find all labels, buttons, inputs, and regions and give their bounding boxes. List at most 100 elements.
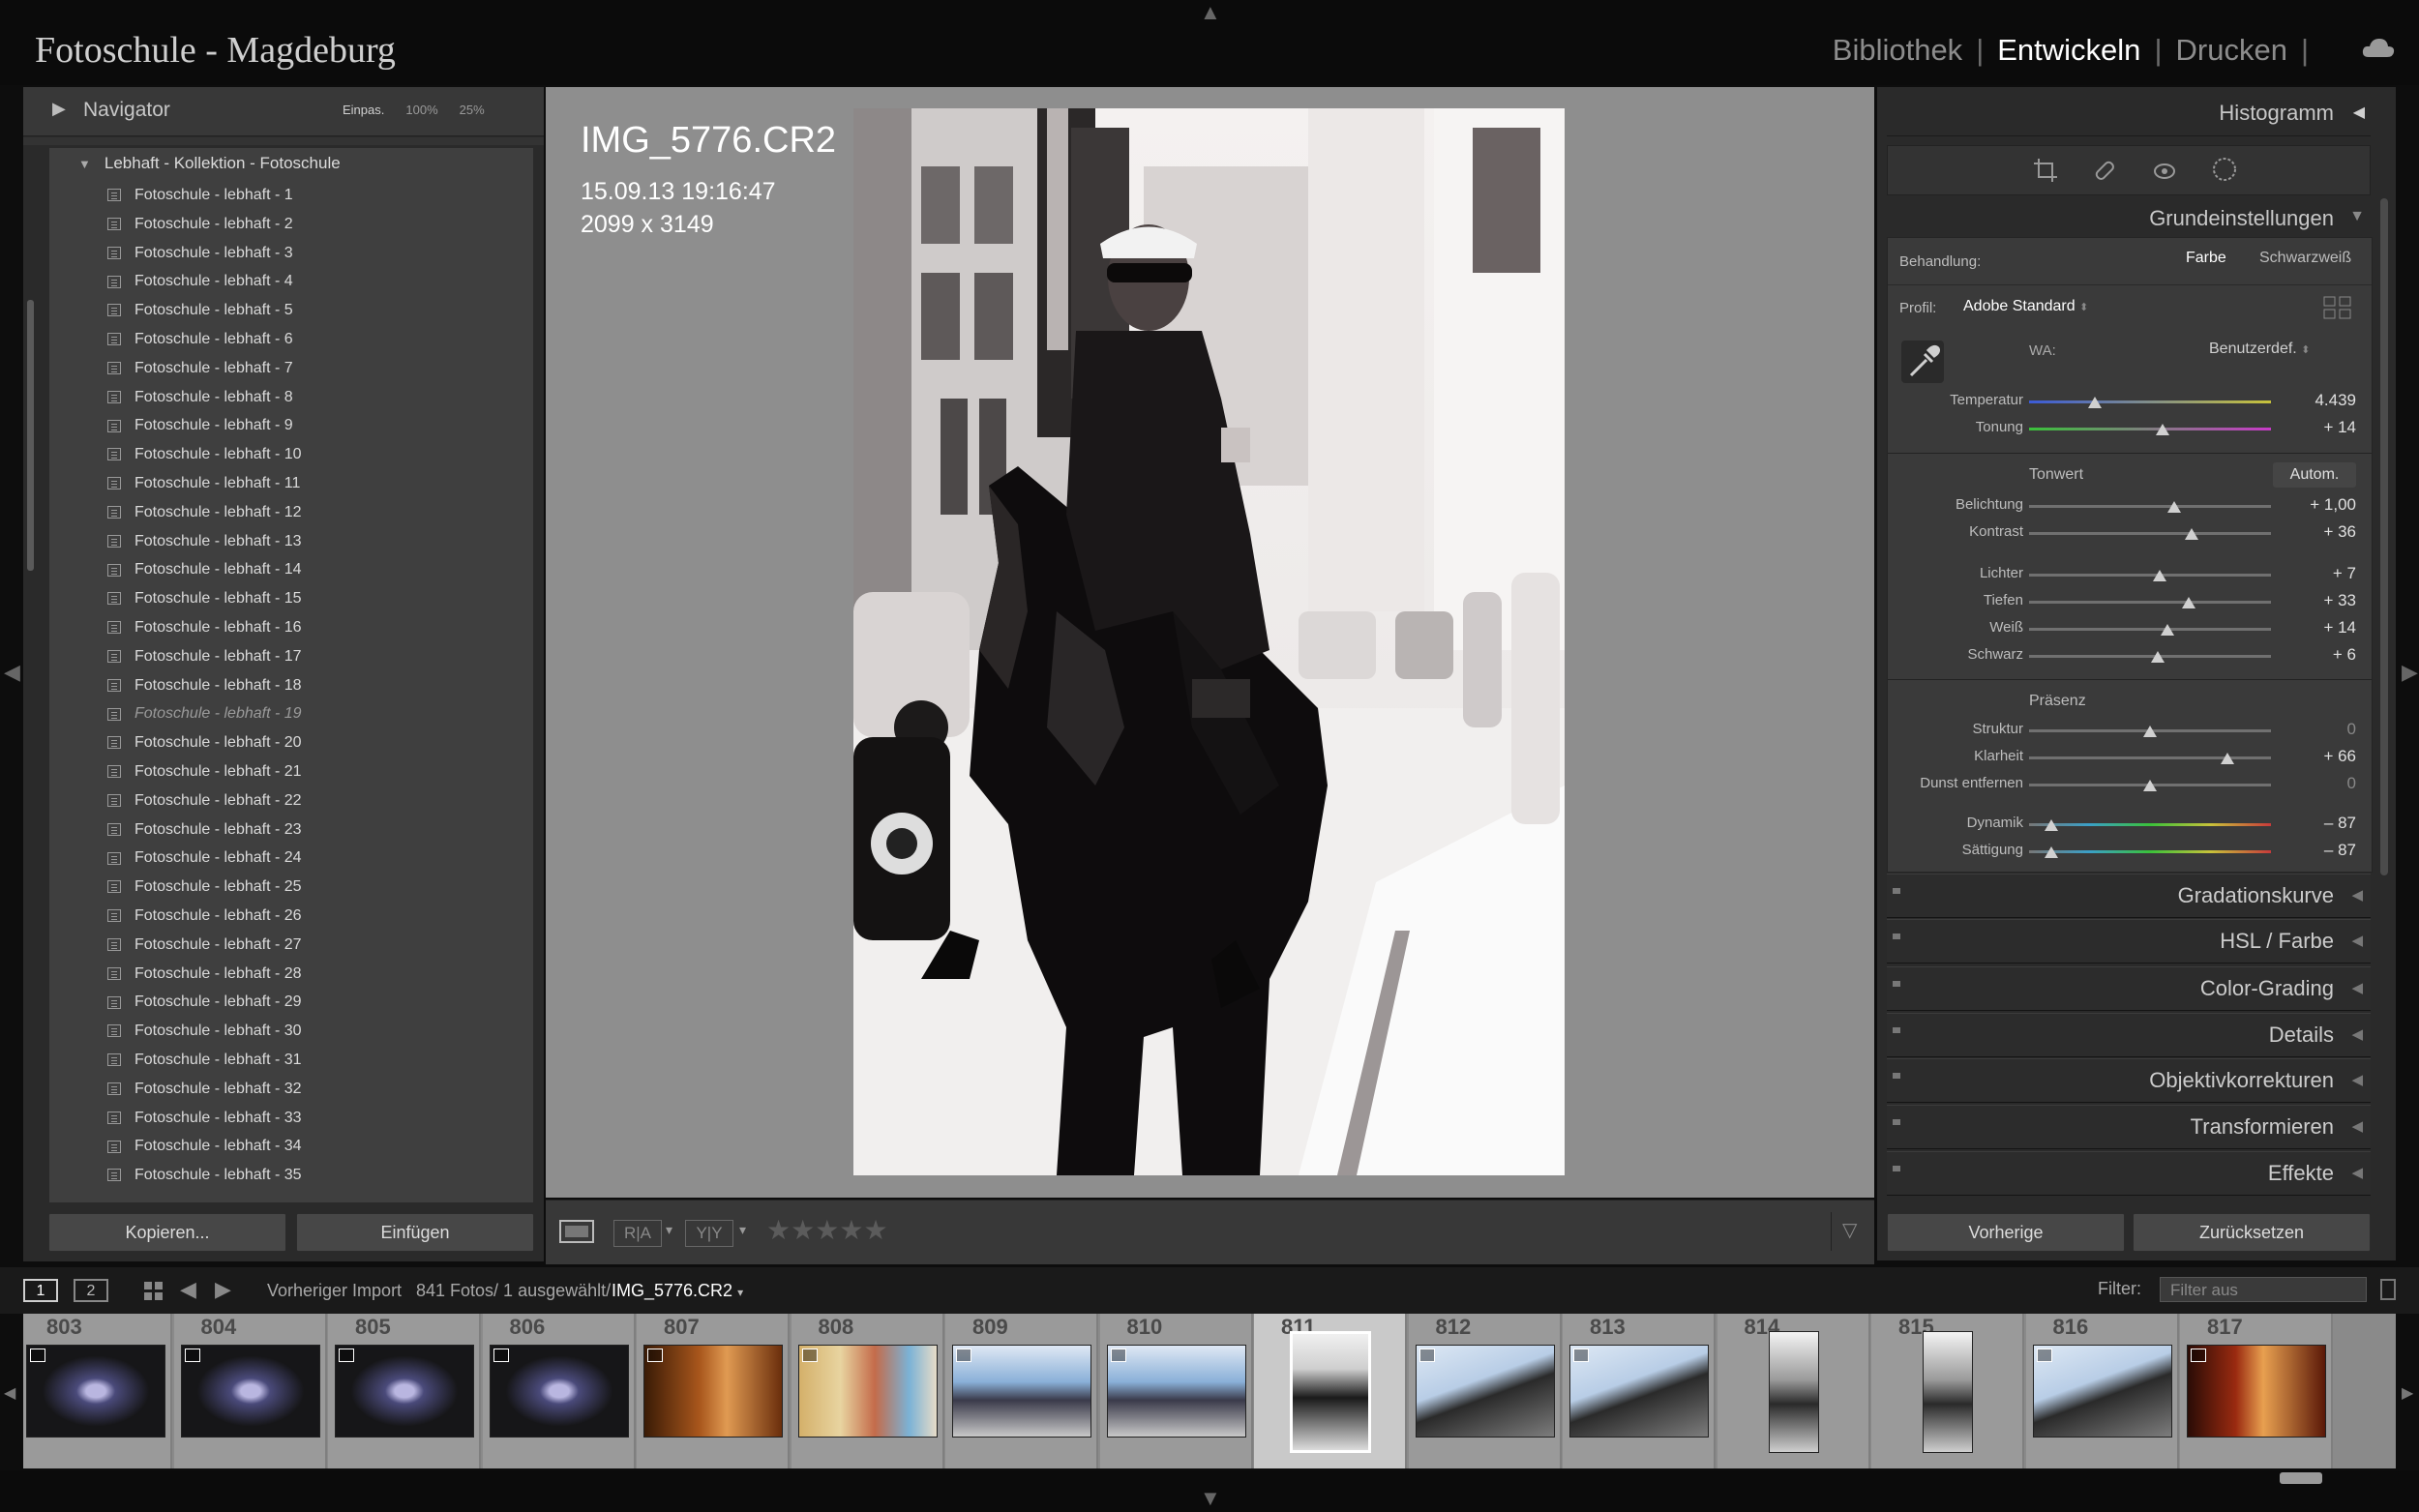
filmstrip-cell[interactable]: 806 [482, 1314, 636, 1468]
collection-item[interactable]: Fotoschule - lebhaft - 19 [107, 699, 302, 728]
collection-item[interactable]: Fotoschule - lebhaft - 28 [107, 960, 302, 989]
collection-item[interactable]: Fotoschule - lebhaft - 35 [107, 1161, 302, 1190]
loupe-view-icon[interactable] [559, 1220, 594, 1243]
slider-value[interactable]: + 7 [2279, 564, 2356, 583]
collection-item[interactable]: Fotoschule - lebhaft - 13 [107, 527, 302, 556]
basic-header[interactable]: Grundeinstellungen ▼ [1887, 198, 2371, 238]
source-label[interactable]: Vorheriger Import [267, 1281, 402, 1301]
slider-thumb[interactable] [2150, 651, 2165, 663]
star-icon[interactable]: ★ [815, 1215, 839, 1245]
slider-thumb[interactable] [2167, 501, 2181, 513]
chevron-down-icon[interactable]: ▾ [739, 1222, 746, 1238]
collapse-left-arrow-icon[interactable]: ◀ [4, 660, 20, 685]
panel-header[interactable]: Transformieren ◀ [1887, 1105, 2371, 1149]
collection-item[interactable]: Fotoschule - lebhaft - 24 [107, 844, 302, 873]
collapse-triangle-icon[interactable]: ◀ [2351, 1164, 2363, 1181]
zoom-25[interactable]: 25% [460, 103, 485, 117]
slider-value[interactable]: + 36 [2279, 522, 2356, 542]
treatment-color-option[interactable]: Farbe [2186, 250, 2226, 267]
collection-item[interactable]: Fotoschule - lebhaft - 7 [107, 354, 293, 383]
collection-item[interactable]: Fotoschule - lebhaft - 21 [107, 757, 302, 786]
filmstrip-thumbnail[interactable] [797, 1345, 938, 1438]
panel-toggle-switch[interactable] [1893, 981, 1900, 987]
filmstrip-thumbnail[interactable] [335, 1345, 474, 1438]
filmstrip-cell[interactable]: 817 [2180, 1314, 2333, 1468]
auto-tone-button[interactable]: Autom. [2273, 462, 2356, 488]
reset-button[interactable]: Zurücksetzen [2133, 1213, 2371, 1252]
collection-item[interactable]: Fotoschule - lebhaft - 3 [107, 239, 293, 268]
filmstrip-thumbnail[interactable] [1569, 1345, 1709, 1438]
collapse-triangle-icon[interactable]: ◀ [2353, 103, 2365, 122]
collection-set-header[interactable]: ▼ Lebhaft - Kollektion - Fotoschule [78, 154, 341, 173]
healing-brush-icon[interactable] [2091, 158, 2116, 183]
left-panel-scrollbar[interactable] [27, 300, 34, 571]
panel-toggle-switch[interactable] [1893, 1119, 1900, 1125]
star-icon[interactable]: ★ [791, 1215, 815, 1245]
filmstrip-right-arrow-icon[interactable]: ▶ [2402, 1383, 2413, 1403]
filmstrip-cell[interactable]: 812 [1408, 1314, 1562, 1468]
filmstrip-scrollbar[interactable] [2280, 1472, 2322, 1484]
right-panel-scrollbar[interactable] [2380, 198, 2388, 875]
collection-item[interactable]: Fotoschule - lebhaft - 27 [107, 931, 302, 960]
filmstrip-thumbnail[interactable] [489, 1345, 629, 1438]
module-library[interactable]: Bibliothek [1833, 33, 1962, 68]
slider-track[interactable] [2029, 601, 2271, 604]
slider-thumb[interactable] [2155, 424, 2169, 435]
collection-item[interactable]: Fotoschule - lebhaft - 16 [107, 613, 302, 642]
slider-thumb[interactable] [2182, 597, 2195, 608]
histogram-header[interactable]: Histogramm ◀ [1887, 93, 2371, 136]
collection-item[interactable]: Fotoschule - lebhaft - 25 [107, 873, 302, 902]
slider-value[interactable]: 0 [2279, 720, 2356, 739]
filmstrip-cell[interactable]: 814 [1717, 1314, 1870, 1468]
cloud-icon[interactable] [2361, 37, 2396, 58]
filmstrip-thumbnail[interactable] [1923, 1331, 1973, 1453]
slider-value[interactable]: + 1,00 [2279, 495, 2356, 515]
slider-value[interactable]: 0 [2279, 774, 2356, 793]
toolbar-options-icon[interactable]: ▽ [1842, 1218, 1857, 1242]
slider-value[interactable]: + 14 [2279, 618, 2356, 637]
filmstrip-left-arrow-icon[interactable]: ◀ [4, 1383, 15, 1403]
filmstrip-cell[interactable]: 809 [945, 1314, 1098, 1468]
collapse-triangle-icon[interactable]: ◀ [2351, 1025, 2363, 1043]
collapse-bottom-arrow-icon[interactable]: ▼ [1200, 1486, 1221, 1511]
collection-item[interactable]: Fotoschule - lebhaft - 26 [107, 902, 302, 931]
slider-value[interactable]: 4.439 [2279, 391, 2356, 410]
collapse-right-arrow-icon[interactable]: ▶ [2402, 660, 2418, 685]
panel-toggle-switch[interactable] [1893, 888, 1900, 894]
forward-arrow-icon[interactable]: ▶ [215, 1277, 231, 1302]
main-window-button[interactable]: 1 [23, 1279, 58, 1302]
masking-icon[interactable] [2211, 156, 2238, 183]
chevron-down-icon[interactable]: ▾ [666, 1222, 672, 1238]
paste-settings-button[interactable]: Einfügen [296, 1213, 534, 1252]
filmstrip-cell[interactable]: 808 [791, 1314, 944, 1468]
collection-item[interactable]: Fotoschule - lebhaft - 2 [107, 210, 293, 239]
panel-header[interactable]: Effekte ◀ [1887, 1151, 2371, 1196]
slider-track[interactable] [2029, 628, 2271, 631]
secondary-window-button[interactable]: 2 [74, 1279, 108, 1302]
collection-item[interactable]: Fotoschule - lebhaft - 32 [107, 1075, 302, 1104]
filmstrip-cell[interactable]: 804 [173, 1314, 327, 1468]
collapse-triangle-icon[interactable]: ◀ [2351, 932, 2363, 949]
back-arrow-icon[interactable]: ◀ [180, 1277, 196, 1302]
slider-value[interactable]: + 14 [2279, 418, 2356, 437]
expand-triangle-icon[interactable]: ▶ [52, 99, 66, 119]
collapse-triangle-icon[interactable]: ◀ [2351, 1071, 2363, 1088]
slider-track[interactable] [2029, 428, 2271, 430]
slider-thumb[interactable] [2044, 819, 2058, 831]
profile-dropdown[interactable]: Adobe Standard ⬍ [1963, 298, 2088, 315]
slider-thumb[interactable] [2221, 753, 2234, 764]
slider-value[interactable]: + 33 [2279, 591, 2356, 610]
module-develop[interactable]: Entwickeln [1997, 33, 2140, 68]
slider-thumb[interactable] [2184, 528, 2198, 540]
collapse-top-arrow-icon[interactable]: ▲ [1200, 0, 1221, 25]
panel-toggle-switch[interactable] [1893, 1027, 1900, 1033]
collection-item[interactable]: Fotoschule - lebhaft - 5 [107, 296, 293, 325]
filmstrip-cell[interactable]: 811 [1254, 1314, 1407, 1468]
collection-item[interactable]: Fotoschule - lebhaft - 34 [107, 1132, 302, 1161]
filmstrip-cell[interactable]: 810 [1099, 1314, 1253, 1468]
slider-thumb[interactable] [2143, 726, 2157, 737]
swap-settings-button[interactable]: Y|Y [685, 1220, 733, 1247]
slider-value[interactable]: – 87 [2279, 841, 2356, 860]
filmstrip-cell[interactable]: 815 [1871, 1314, 2024, 1468]
red-eye-icon[interactable] [2151, 158, 2178, 183]
